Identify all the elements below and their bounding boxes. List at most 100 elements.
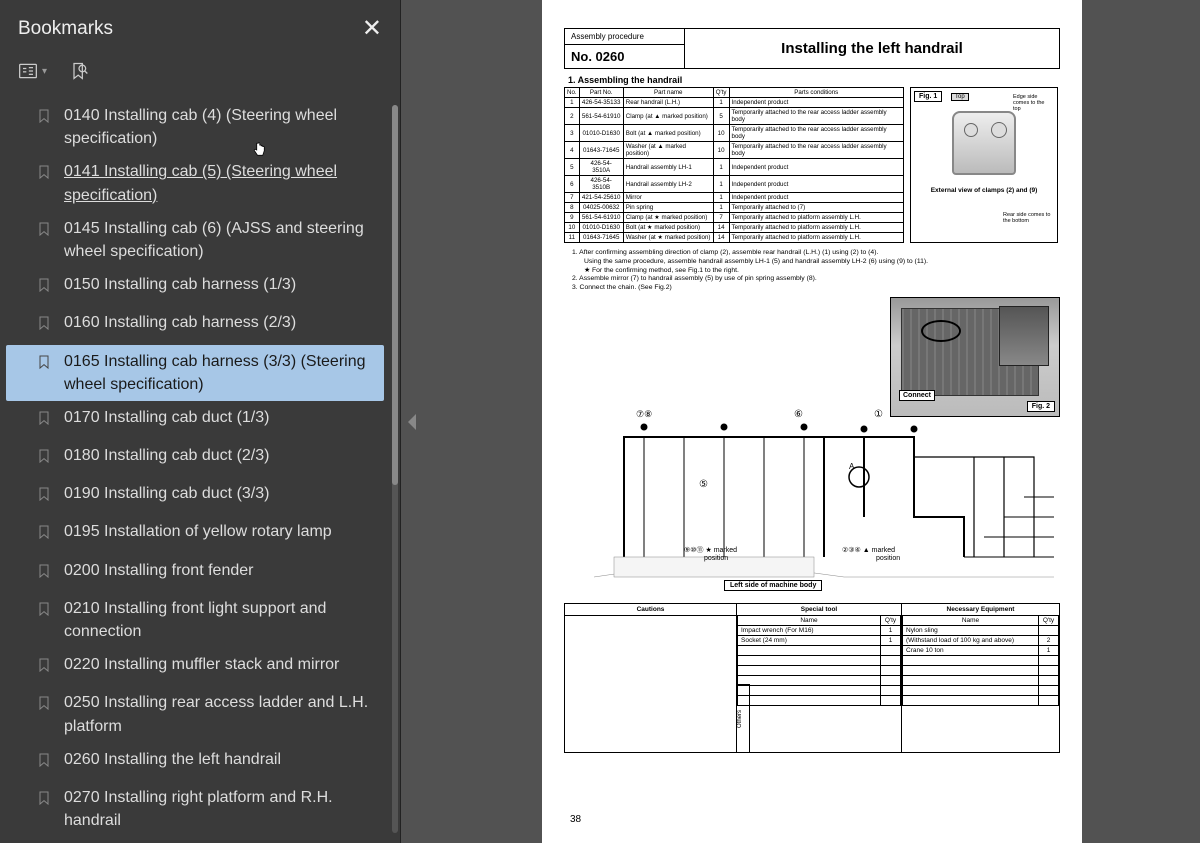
svg-text:⑨⑩⑪ ★ marked: ⑨⑩⑪ ★ marked: [684, 546, 737, 554]
bookmark-item[interactable]: 0190 Installing cab duct (3/3): [6, 477, 384, 515]
step-1: 1. After confirming assembling direction…: [572, 249, 1056, 258]
th-no: No.: [565, 88, 580, 98]
page-number: 38: [570, 814, 581, 825]
parts-row: 2561-54-61910Clamp (at ▲ marked position…: [565, 108, 904, 125]
sidebar-toolbar: ▾: [0, 51, 400, 95]
parts-row: 804025-00632Pin spring1Temporarily attac…: [565, 203, 904, 213]
bookmark-item[interactable]: 0165 Installing cab harness (3/3) (Steer…: [6, 345, 384, 401]
svg-text:position: position: [704, 555, 728, 562]
step-3: 3. Connect the chain. (See Fig.2): [572, 284, 1056, 293]
bookmark-item[interactable]: 0275 Installing fire extinguisher: [6, 837, 384, 843]
sidebar-title: Bookmarks: [18, 18, 113, 40]
scrollbar-thumb[interactable]: [392, 105, 398, 485]
bookmark-item[interactable]: 0260 Installing the left handrail: [6, 743, 384, 781]
parts-row: 1426-54-35133Rear handrail (L.H.)1Indepe…: [565, 98, 904, 108]
fig2-inset: [999, 306, 1049, 366]
diagram-area: Connect Fig. 2: [564, 297, 1060, 597]
handrail-schematic: ⑦⑧ ⑥ ① ⑤ A ⑨⑩⑪ ★ marked position ②③④ ▲ m…: [564, 377, 1060, 597]
bookmark-icon: [36, 485, 54, 510]
bookmark-icon: [36, 600, 54, 625]
necessary-equipment-table: NameQ'ty Nylon sling(Withstand load of 1…: [902, 616, 1059, 706]
step-2: 2. Assemble mirror (7) to handrail assem…: [572, 275, 1056, 284]
clamp-illustration: [944, 103, 1024, 183]
bookmark-icon: [36, 276, 54, 301]
close-icon[interactable]: ✕: [362, 14, 382, 43]
bookmark-icon: [36, 353, 54, 378]
bookmark-label: 0190 Installing cab duct (3/3): [64, 482, 269, 505]
fig2-highlight-oval: [921, 320, 961, 342]
special-tool-table: NameQ'ty Impact wrench (For M16)1Socket …: [737, 616, 901, 706]
bookmark-icon: [36, 562, 54, 587]
bookmark-label: 0140 Installing cab (4) (Steering wheel …: [64, 104, 376, 150]
bookmark-item[interactable]: 0270 Installing right platform and R.H. …: [6, 781, 384, 837]
parts-table: No. Part No. Part name Q'ty Parts condit…: [564, 87, 904, 243]
others-tab: Others: [736, 684, 750, 753]
bookmark-icon: [36, 656, 54, 681]
left-side-label: Left side of machine body: [724, 580, 822, 591]
bookmark-icon: [36, 107, 54, 132]
parts-row: 1001010-D1630Bolt (at ★ marked position)…: [565, 223, 904, 233]
bookmark-icon: [36, 314, 54, 339]
bookmark-label: 0145 Installing cab (6) (AJSS and steeri…: [64, 217, 376, 263]
bookmark-icon: [36, 523, 54, 548]
procedure-number: No. 0260: [565, 45, 684, 68]
svg-text:⑤: ⑤: [699, 479, 708, 490]
bookmark-item[interactable]: 0170 Installing cab duct (1/3): [6, 401, 384, 439]
bottom-tables: Cautions Special tool NameQ'ty Impact wr…: [564, 603, 1060, 753]
bookmark-icon: [36, 163, 54, 188]
bookmark-label: 0160 Installing cab harness (2/3): [64, 311, 296, 334]
bookmark-icon: [36, 220, 54, 245]
bookmark-item[interactable]: 0140 Installing cab (4) (Steering wheel …: [6, 99, 384, 155]
parts-row: 9561-54-61910Clamp (at ★ marked position…: [565, 213, 904, 223]
find-bookmark-button[interactable]: [65, 57, 93, 85]
bookmark-item[interactable]: 0200 Installing front fender: [6, 554, 384, 592]
step-1b: Using the same procedure, assemble handr…: [584, 258, 1056, 267]
th-cond: Parts conditions: [729, 88, 903, 98]
step-1c: ★ For the confirming method, see Fig.1 t…: [584, 267, 1056, 276]
parts-row: 1101643-71645Washer (at ★ marked positio…: [565, 233, 904, 243]
bookmark-label: 0180 Installing cab duct (2/3): [64, 444, 269, 467]
svg-text:①: ①: [874, 409, 883, 420]
dropdown-caret-icon: ▾: [42, 66, 47, 77]
bookmark-label: 0165 Installing cab harness (3/3) (Steer…: [64, 350, 376, 396]
th-qty: Q'ty: [713, 88, 729, 98]
bookmark-icon: [36, 789, 54, 814]
bookmark-label: 0170 Installing cab duct (1/3): [64, 406, 269, 429]
bookmark-item[interactable]: 0195 Installation of yellow rotary lamp: [6, 515, 384, 553]
special-tool-header: Special tool: [737, 604, 901, 616]
cautions-body: [565, 616, 736, 752]
bookmark-item[interactable]: 0210 Installing front light support and …: [6, 592, 384, 648]
parts-row: 401643-71645Washer (at ▲ marked position…: [565, 142, 904, 159]
bookmarks-panel: Bookmarks ✕ ▾ 0140 Installing cab (4) (S…: [0, 0, 400, 843]
fig1-rear-text: Rear side comes to the bottom: [1003, 212, 1055, 224]
bookmark-label: 0141 Installing cab (5) (Steering wheel …: [64, 160, 376, 206]
bookmark-options-button[interactable]: ▾: [14, 57, 51, 85]
panel-collapse-handle[interactable]: [400, 0, 424, 843]
bookmark-item[interactable]: 0150 Installing cab harness (1/3): [6, 268, 384, 306]
figure-1-box: Fig. 1 Top Edge side comes to the top Re…: [910, 87, 1058, 243]
parts-row: 6426-54-3510BHandrail assembly LH-21Inde…: [565, 176, 904, 193]
document-viewport[interactable]: Assembly procedure No. 0260 Installing t…: [424, 0, 1200, 843]
bookmark-label: 0250 Installing rear access ladder and L…: [64, 691, 376, 737]
assembly-procedure-label: Assembly procedure: [565, 29, 684, 45]
bookmark-item[interactable]: 0160 Installing cab harness (2/3): [6, 306, 384, 344]
bookmark-label: 0270 Installing right platform and R.H. …: [64, 786, 376, 832]
bookmark-item[interactable]: 0145 Installing cab (6) (AJSS and steeri…: [6, 212, 384, 268]
bookmark-icon: [36, 447, 54, 472]
bookmark-item[interactable]: 0141 Installing cab (5) (Steering wheel …: [6, 155, 384, 211]
procedure-header-box: Assembly procedure No. 0260 Installing t…: [564, 28, 1060, 69]
parts-row: 5426-54-3510AHandrail assembly LH-11Inde…: [565, 159, 904, 176]
svg-text:position: position: [876, 555, 900, 562]
bookmark-item[interactable]: 0220 Installing muffler stack and mirror: [6, 648, 384, 686]
svg-text:⑥: ⑥: [794, 409, 803, 420]
bookmark-label: 0210 Installing front light support and …: [64, 597, 376, 643]
bookmark-list[interactable]: 0140 Installing cab (4) (Steering wheel …: [0, 95, 400, 843]
bookmark-item[interactable]: 0180 Installing cab duct (2/3): [6, 439, 384, 477]
svg-text:⑦⑧: ⑦⑧: [636, 409, 652, 419]
cautions-header: Cautions: [565, 604, 736, 616]
bookmark-item[interactable]: 0250 Installing rear access ladder and L…: [6, 686, 384, 742]
parts-row: 301010-D1630Bolt (at ▲ marked position)1…: [565, 125, 904, 142]
necessary-equipment-header: Necessary Equipment: [902, 604, 1059, 616]
bookmark-icon: [36, 694, 54, 719]
parts-row: 7421-54-25610Mirror1Independent product: [565, 193, 904, 203]
